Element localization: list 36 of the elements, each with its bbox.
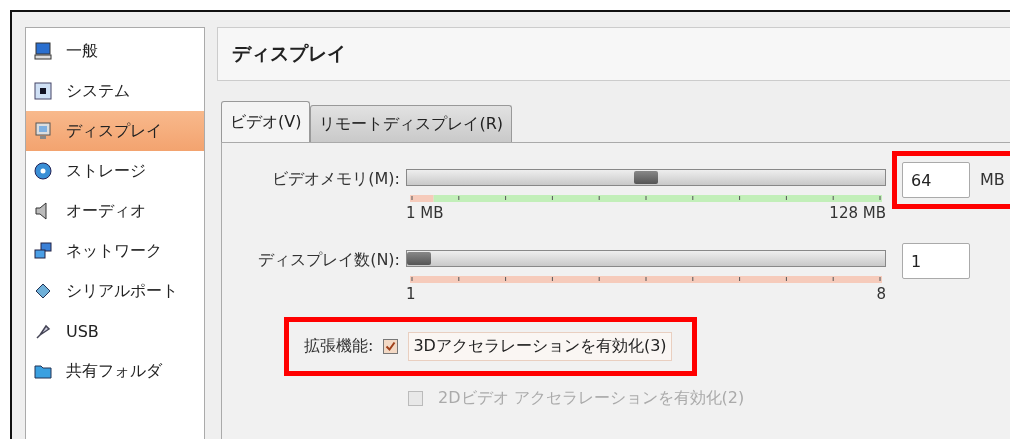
slider-label: ビデオメモリ(M): bbox=[271, 168, 400, 190]
plug-icon bbox=[34, 282, 52, 300]
folder-icon bbox=[34, 362, 52, 380]
slider-thumb[interactable] bbox=[634, 171, 658, 184]
usb-plug-icon bbox=[34, 322, 52, 340]
chip-icon bbox=[34, 82, 52, 100]
slider-thumb[interactable] bbox=[407, 252, 431, 265]
page-title: ディスプレイ bbox=[217, 27, 1010, 81]
slider-track[interactable] bbox=[406, 250, 886, 267]
max-label: 8 bbox=[876, 285, 886, 303]
sidebar-item[interactable]: USB bbox=[26, 311, 204, 351]
extensions-label: 拡張機能: bbox=[304, 336, 374, 357]
sidebar-item[interactable]: 共有フォルダ bbox=[26, 351, 204, 391]
min-label: 1 bbox=[406, 285, 416, 303]
sidebar-item[interactable]: ディスプレイ bbox=[26, 111, 204, 151]
slider-track[interactable] bbox=[406, 169, 886, 186]
value-field[interactable]: 1 bbox=[902, 243, 970, 279]
unit-label: MB bbox=[980, 169, 1005, 189]
sidebar-item[interactable]: ストレージ bbox=[26, 151, 204, 191]
slider-label: ディスプレイ数(N): bbox=[257, 249, 400, 271]
sidebar-item[interactable]: システム bbox=[26, 71, 204, 111]
tab[interactable]: リモートディスプレイ(R) bbox=[310, 105, 513, 142]
sidebar-item[interactable]: シリアルポート bbox=[26, 271, 204, 311]
network-icon bbox=[34, 242, 52, 260]
min-label: 1 MB bbox=[406, 204, 444, 222]
monitor-icon bbox=[34, 42, 52, 60]
sidebar-item[interactable]: 一般 bbox=[26, 31, 204, 71]
sidebar-item[interactable]: オーディオ bbox=[26, 191, 204, 231]
value-field[interactable]: 64 bbox=[902, 162, 970, 198]
checkbox[interactable] bbox=[383, 339, 399, 354]
sidebar-item[interactable]: ネットワーク bbox=[26, 231, 204, 271]
monitor-icon bbox=[34, 122, 52, 140]
max-label: 128 MB bbox=[829, 204, 886, 222]
checkbox-label[interactable]: 3Dアクセラレーションを有効化(3) bbox=[408, 332, 672, 361]
disc-icon bbox=[34, 162, 52, 180]
tab[interactable]: ビデオ(V) bbox=[221, 101, 311, 142]
